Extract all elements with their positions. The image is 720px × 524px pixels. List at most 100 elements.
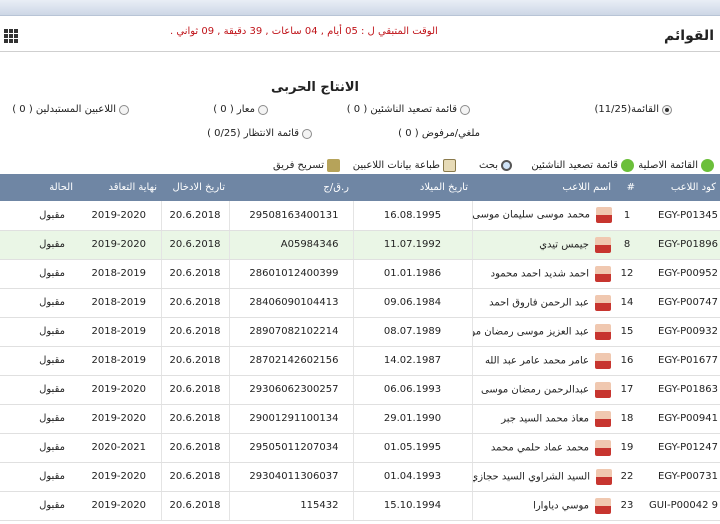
birth-date: 11.07.1992 — [353, 230, 473, 260]
radio-replaced[interactable]: اللاعبين المستبدلين ( 0 ) — [12, 104, 129, 115]
toolbar-print[interactable]: طباعة بيانات اللاعبين — [353, 157, 456, 173]
col-birth[interactable]: تاريخ الميلاد — [353, 174, 472, 201]
contract-end: 2019-2020 — [77, 230, 162, 260]
player-photo-icon[interactable] — [596, 207, 612, 224]
table-row[interactable]: EGY-P0093215 عبد العزيز موسى رمضان موسى08… — [0, 317, 720, 347]
radio-label: اللاعبين المستبدلين ( 0 ) — [12, 104, 116, 115]
national-id: 29508163400131 — [229, 201, 354, 231]
player-name-text[interactable]: محمد عماد حلمي محمد — [491, 442, 589, 453]
radio-waiting[interactable]: قائمة الانتظار (0/25 ) — [207, 128, 312, 139]
col-code[interactable]: كود اللاعب — [639, 174, 720, 201]
col-nid[interactable]: ر.ق/ج — [229, 174, 353, 201]
radio-dot[interactable] — [302, 128, 312, 139]
col-contract[interactable]: نهاية التعاقد — [77, 174, 161, 201]
player-number: 12 — [615, 259, 639, 289]
player-photo-icon[interactable] — [596, 468, 612, 485]
player-photo-icon[interactable] — [595, 236, 611, 253]
player-photo-icon[interactable] — [595, 497, 611, 514]
radio-promotion[interactable]: قائمة تصعيد الناشئين ( 0 ) — [347, 104, 470, 115]
player-code: EGY-P00747 — [639, 288, 720, 318]
table-row[interactable]: EGY-P01863 17 عبدالرحمن رمضان موسى 06.06.19… — [0, 375, 720, 405]
player-name-text[interactable]: محمد موسى سليمان موسى — [472, 210, 590, 221]
player-code: EGY-P00731 — [639, 462, 720, 492]
player-photo-icon[interactable] — [595, 381, 611, 398]
player-name-text[interactable]: عبد الرحمن فاروق احمد — [489, 297, 589, 308]
table-row[interactable]: EGY-P01345 1 محمد موسى سليمان موسى 16.08.19… — [0, 201, 720, 231]
toolbar-label: تسريح فريق — [272, 159, 324, 171]
national-id: 28601012400399 — [229, 259, 354, 289]
player-number: 17 — [615, 375, 639, 405]
entry-date: 20.6.2018 — [161, 288, 230, 318]
radio-cancelled[interactable]: ملغي/مرفوض ( 0 ) — [398, 128, 480, 139]
national-id: 29505011207034 — [229, 433, 354, 463]
player-photo-icon[interactable] — [595, 265, 611, 282]
player-name-text[interactable]: معاذ محمد السيد جبر — [501, 413, 589, 424]
player-photo-icon[interactable] — [595, 439, 611, 456]
table-row[interactable]: EGY-P00731 22 السيد الشراوي السيد حجازي 01.… — [0, 462, 720, 492]
radio-list[interactable]: القائمة(11/25) — [594, 104, 672, 115]
birth-date: 08.07.1989 — [353, 317, 473, 347]
col-status[interactable]: الحالة — [0, 174, 77, 201]
entry-date: 20.6.2018 — [161, 317, 230, 347]
toolbar-label: بحث — [478, 159, 498, 171]
entry-date: 20.6.2018 — [161, 404, 230, 434]
table-header-row: كود اللاعب # اسم اللاعب تاريخ الميلاد ر.… — [0, 174, 720, 201]
table-row[interactable]: EGY-P00941 18 معاذ محمد السيد جبر 29.01.199… — [0, 404, 720, 434]
col-name[interactable]: اسم اللاعب — [472, 174, 615, 201]
grid-menu-icon[interactable] — [4, 29, 18, 43]
player-name-text[interactable]: السيد الشراوي السيد حجازي — [472, 471, 590, 482]
entry-date: 20.6.2018 — [161, 462, 230, 492]
table-row[interactable]: GUI-P00042 9 23 موسي دياوارا 15.10.1994 1154… — [0, 491, 720, 521]
contract-end: 2020-2021 — [77, 433, 162, 463]
team-icon — [327, 158, 340, 172]
player-name: معاذ محمد السيد جبر — [472, 404, 615, 434]
status-text: مقبول — [0, 346, 77, 376]
player-name-text[interactable]: عامر محمد عامر عبد الله — [485, 355, 589, 366]
player-photo-icon[interactable] — [595, 352, 611, 369]
radio-loaned[interactable]: معار ( 0 ) — [213, 104, 268, 115]
national-id: 28907082102214 — [229, 317, 354, 347]
radio-label: القائمة(11/25) — [594, 104, 660, 115]
national-id: A05984346 — [229, 230, 354, 260]
toolbar-original-list[interactable]: القائمة الاصلية — [638, 157, 714, 173]
player-name-text[interactable]: احمد شديد احمد محمود — [491, 268, 589, 279]
player-name-text[interactable]: عبدالرحمن رمضان موسى — [481, 384, 589, 395]
player-photo-icon[interactable] — [595, 294, 611, 311]
player-name-text[interactable]: موسي دياوارا — [533, 500, 589, 511]
player-photo-icon[interactable] — [595, 410, 611, 427]
player-photo-icon[interactable] — [595, 323, 611, 340]
table-row[interactable]: EGY-P01247 19 محمد عماد حلمي محمد 01.05.199… — [0, 433, 720, 463]
player-name: عبد العزيز موسى رمضان موسى — [472, 317, 615, 347]
radio-dot[interactable] — [258, 104, 268, 115]
countdown-timer: الوقت المتبقي ل : 05 أيام , 04 ساعات , 3… — [170, 26, 438, 37]
table-row[interactable]: EGY-P01896 8 جيمس تيدي 11.07.1992 A05984346 2… — [0, 230, 720, 260]
browser-top-bar — [0, 0, 720, 16]
national-id: 29304011306037 — [229, 462, 354, 492]
birth-date: 14.02.1987 — [353, 346, 473, 376]
col-entry[interactable]: تاريخ الادخال — [161, 174, 229, 201]
radio-dot[interactable] — [460, 104, 470, 115]
toolbar-promotion-list[interactable]: قائمة تصعيد الناشئين — [531, 157, 634, 173]
player-number: 18 — [615, 404, 639, 434]
col-num[interactable]: # — [615, 174, 639, 201]
toolbar-search[interactable]: بحث — [479, 157, 512, 173]
radio-dot[interactable] — [119, 104, 129, 115]
national-id: 115432 — [229, 491, 354, 521]
table-row[interactable]: EGY-P00952 12 احمد شديد احمد محمود 01.01.19… — [0, 259, 720, 289]
birth-date: 29.01.1990 — [353, 404, 473, 434]
player-name-text[interactable]: عبد العزيز موسى رمضان موسى — [472, 326, 589, 337]
status-text: مقبول — [0, 491, 77, 521]
table-row[interactable]: EGY-P00747 14 عبد الرحمن فاروق احمد 09.06.1… — [0, 288, 720, 318]
player-name: موسي دياوارا — [472, 491, 615, 521]
entry-date: 20.6.2018 — [161, 259, 230, 289]
contract-end: 2018-2019 — [77, 259, 162, 289]
radio-dot[interactable] — [662, 104, 672, 115]
radio-label: قائمة الانتظار (0/25 ) — [207, 128, 299, 139]
table-row[interactable]: EGY-P01677 16 عامر محمد عامر عبد الله 14.02… — [0, 346, 720, 376]
toolbar-release[interactable]: تسريح فريق — [273, 157, 340, 173]
status-text: مقبول — [0, 375, 77, 405]
player-name-text[interactable]: جيمس تيدي — [539, 239, 589, 250]
entry-date: 20.6.2018 — [161, 201, 230, 231]
birth-date: 16.08.1995 — [353, 201, 473, 231]
player-code: EGY-P01896 — [639, 230, 720, 260]
